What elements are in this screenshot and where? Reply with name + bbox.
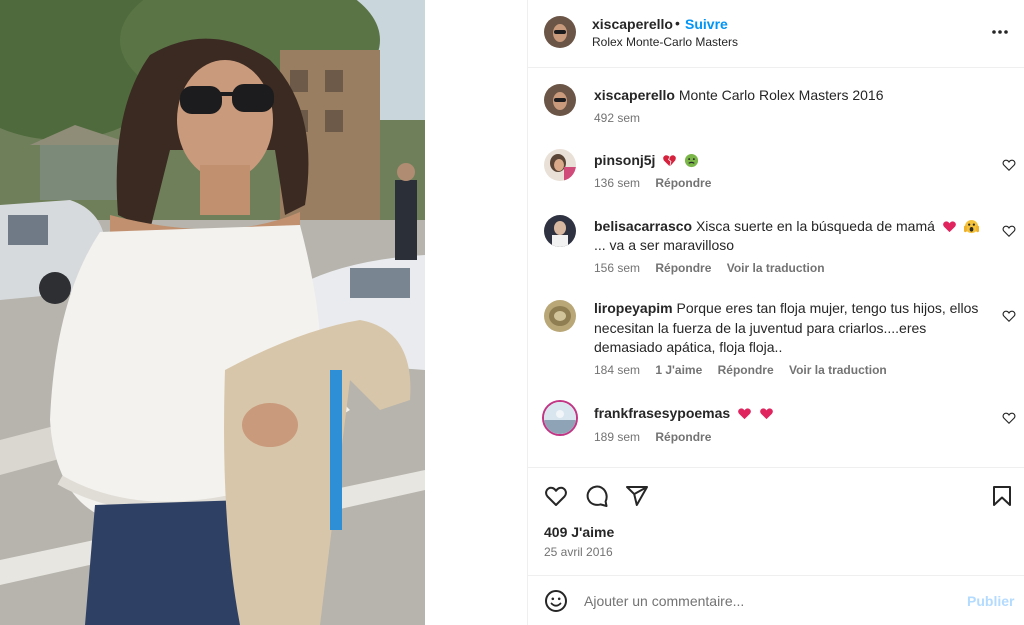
comment-icon[interactable]: [585, 484, 609, 508]
emoji-icon[interactable]: [544, 589, 568, 613]
comment-meta: 189 sem Répondre: [594, 430, 723, 444]
reply-button[interactable]: Répondre: [718, 363, 774, 377]
comment-composer: Publier: [528, 575, 1024, 625]
caption-username[interactable]: xiscaperello: [594, 87, 675, 103]
post-actions: 409 J'aime 25 avril 2016: [528, 467, 1024, 575]
like-heart-icon[interactable]: [544, 484, 568, 508]
page-background: [425, 0, 527, 625]
share-icon[interactable]: [625, 484, 649, 508]
comment-like-heart-icon[interactable]: [1002, 224, 1016, 238]
broken-heart-icon: [663, 155, 677, 167]
comment-like-heart-icon[interactable]: [1002, 411, 1016, 425]
comment-time[interactable]: 156 sem: [594, 261, 640, 275]
comment-text: frankfrasesypoemas: [594, 404, 986, 423]
reply-button[interactable]: Répondre: [655, 430, 711, 444]
comment-meta: 184 sem 1 J'aime Répondre Voir la traduc…: [594, 363, 899, 377]
post-date: 25 avril 2016: [544, 545, 613, 559]
caption-meta: 492 sem: [594, 111, 652, 125]
reply-button[interactable]: Répondre: [655, 261, 711, 275]
nauseated-face-icon: [685, 153, 699, 168]
commenter-avatar-story-ring[interactable]: [542, 400, 578, 436]
commenter-avatar[interactable]: [544, 215, 576, 247]
comment-text: belisacarrasco Xisca suerte en la búsque…: [594, 217, 986, 255]
comment-like-heart-icon[interactable]: [1002, 158, 1016, 172]
more-options-icon[interactable]: [990, 22, 1010, 42]
bookmark-icon[interactable]: [990, 484, 1014, 508]
comment-username[interactable]: pinsonj5j: [594, 152, 655, 168]
comments-list[interactable]: xiscaperello Monte Carlo Rolex Masters 2…: [528, 69, 1024, 467]
comment-time[interactable]: 189 sem: [594, 430, 640, 444]
see-translation-button[interactable]: Voir la traduction: [789, 363, 887, 377]
comment-meta: 136 sem Répondre: [594, 176, 723, 190]
post-photo: [0, 0, 425, 625]
author-avatar[interactable]: [544, 84, 576, 116]
commenter-avatar[interactable]: [544, 300, 576, 332]
author-username[interactable]: xiscaperello: [592, 16, 673, 32]
commenter-avatar[interactable]: [544, 149, 576, 181]
red-heart-icon: [760, 408, 773, 420]
post-header: xiscaperello • Suivre Rolex Monte-Carlo …: [528, 0, 1024, 68]
post-side-panel: xiscaperello • Suivre Rolex Monte-Carlo …: [527, 0, 1024, 625]
caption-time[interactable]: 492 sem: [594, 111, 640, 125]
post-photo-image: [0, 0, 425, 625]
author-avatar[interactable]: [544, 16, 576, 48]
comment-username[interactable]: liropeyapim: [594, 300, 673, 316]
comment-text: pinsonj5j: [594, 151, 986, 170]
comment-time[interactable]: 184 sem: [594, 363, 640, 377]
comment-like-count[interactable]: 1 J'aime: [655, 363, 702, 377]
separator-dot: •: [675, 15, 680, 31]
caption-body: Monte Carlo Rolex Masters 2016: [678, 87, 884, 103]
comment-username[interactable]: frankfrasesypoemas: [594, 405, 730, 421]
comment-username[interactable]: belisacarrasco: [594, 218, 692, 234]
comment-meta: 156 sem Répondre Voir la traduction: [594, 261, 837, 275]
post-location[interactable]: Rolex Monte-Carlo Masters: [592, 35, 738, 49]
publish-button[interactable]: Publier: [967, 593, 1014, 609]
reply-button[interactable]: Répondre: [655, 176, 711, 190]
red-heart-icon: [738, 408, 751, 420]
red-heart-icon: [942, 221, 956, 233]
comment-time[interactable]: 136 sem: [594, 176, 640, 190]
comment-body: Xisca suerte en la búsqueda de mamá: [695, 218, 935, 234]
comment-text: liropeyapim Porque eres tan floja mujer,…: [594, 299, 986, 358]
likes-count[interactable]: 409 J'aime: [544, 524, 614, 540]
comment-body-continued: ... va a ser maravilloso: [594, 237, 735, 253]
see-translation-button[interactable]: Voir la traduction: [727, 261, 825, 275]
comment-like-heart-icon[interactable]: [1002, 309, 1016, 323]
face-screaming-icon: [963, 219, 979, 234]
comment-input[interactable]: [584, 589, 944, 613]
follow-button[interactable]: Suivre: [685, 16, 728, 32]
caption-text: xiscaperello Monte Carlo Rolex Masters 2…: [594, 86, 986, 105]
